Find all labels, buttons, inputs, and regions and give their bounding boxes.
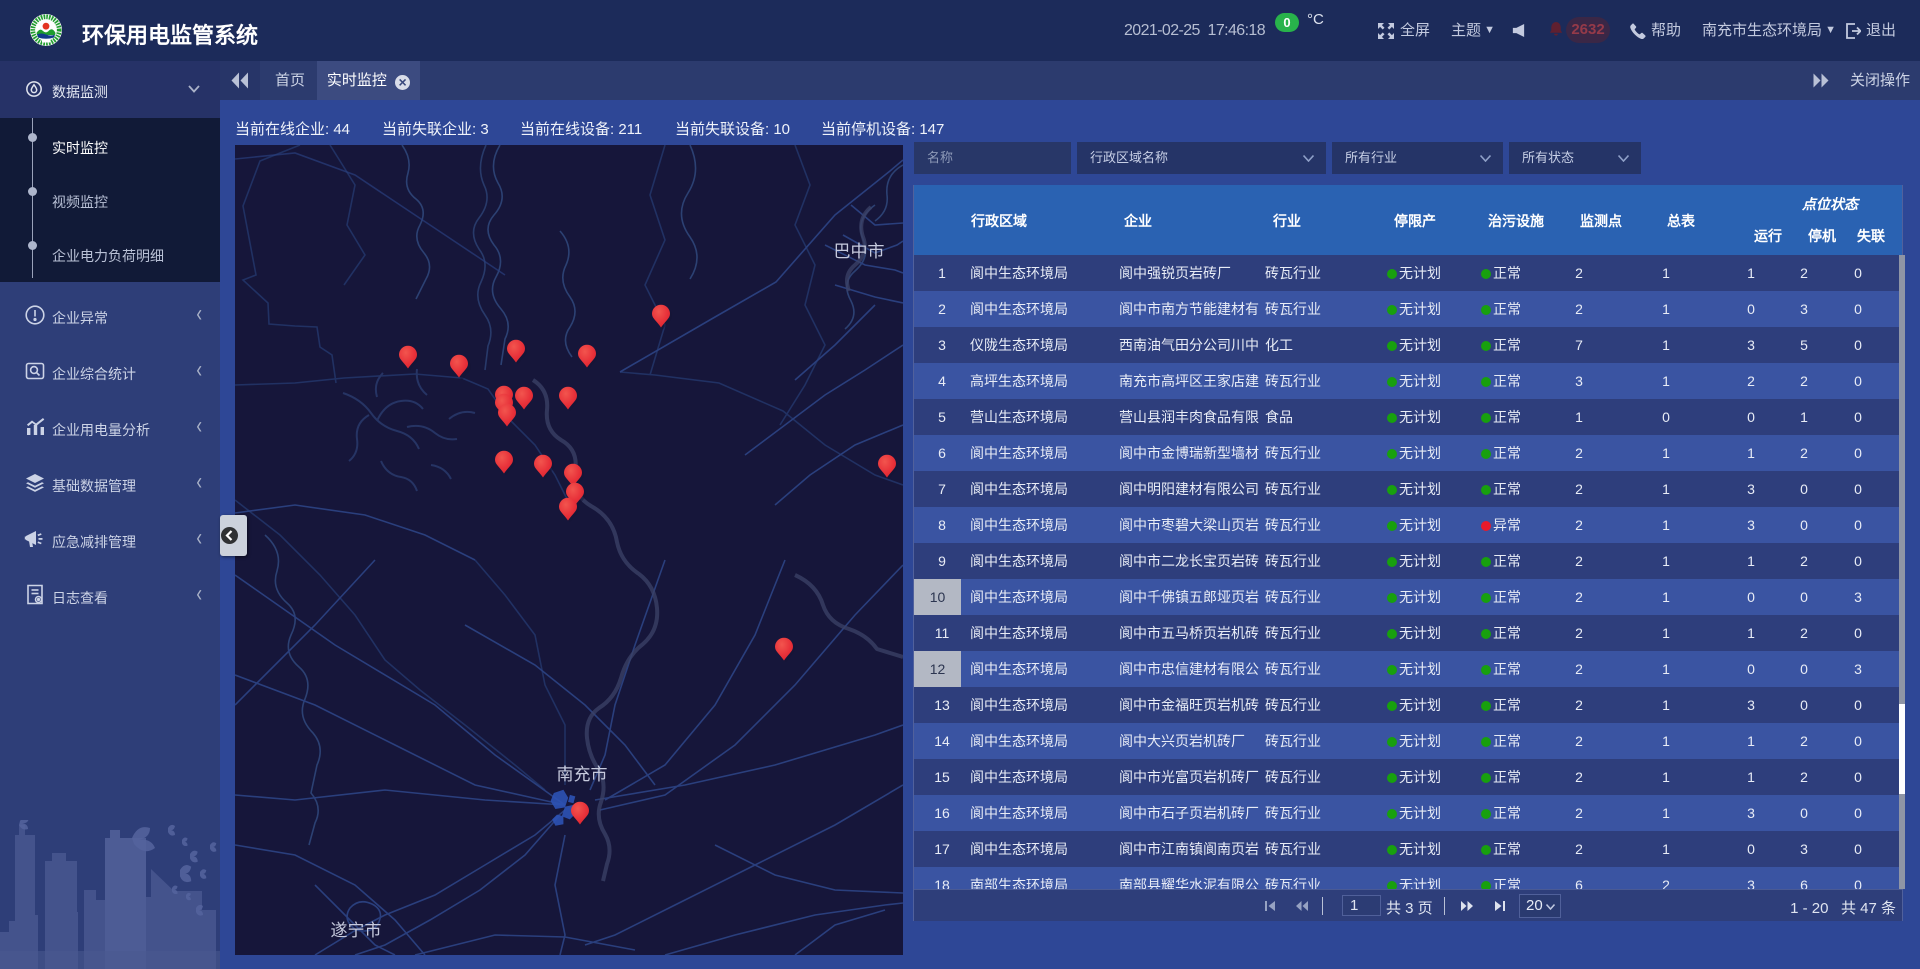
svg-text:南充市: 南充市 [557, 765, 608, 784]
svg-text:遂宁市: 遂宁市 [331, 921, 382, 940]
svg-text:巴中市: 巴中市 [834, 242, 885, 261]
